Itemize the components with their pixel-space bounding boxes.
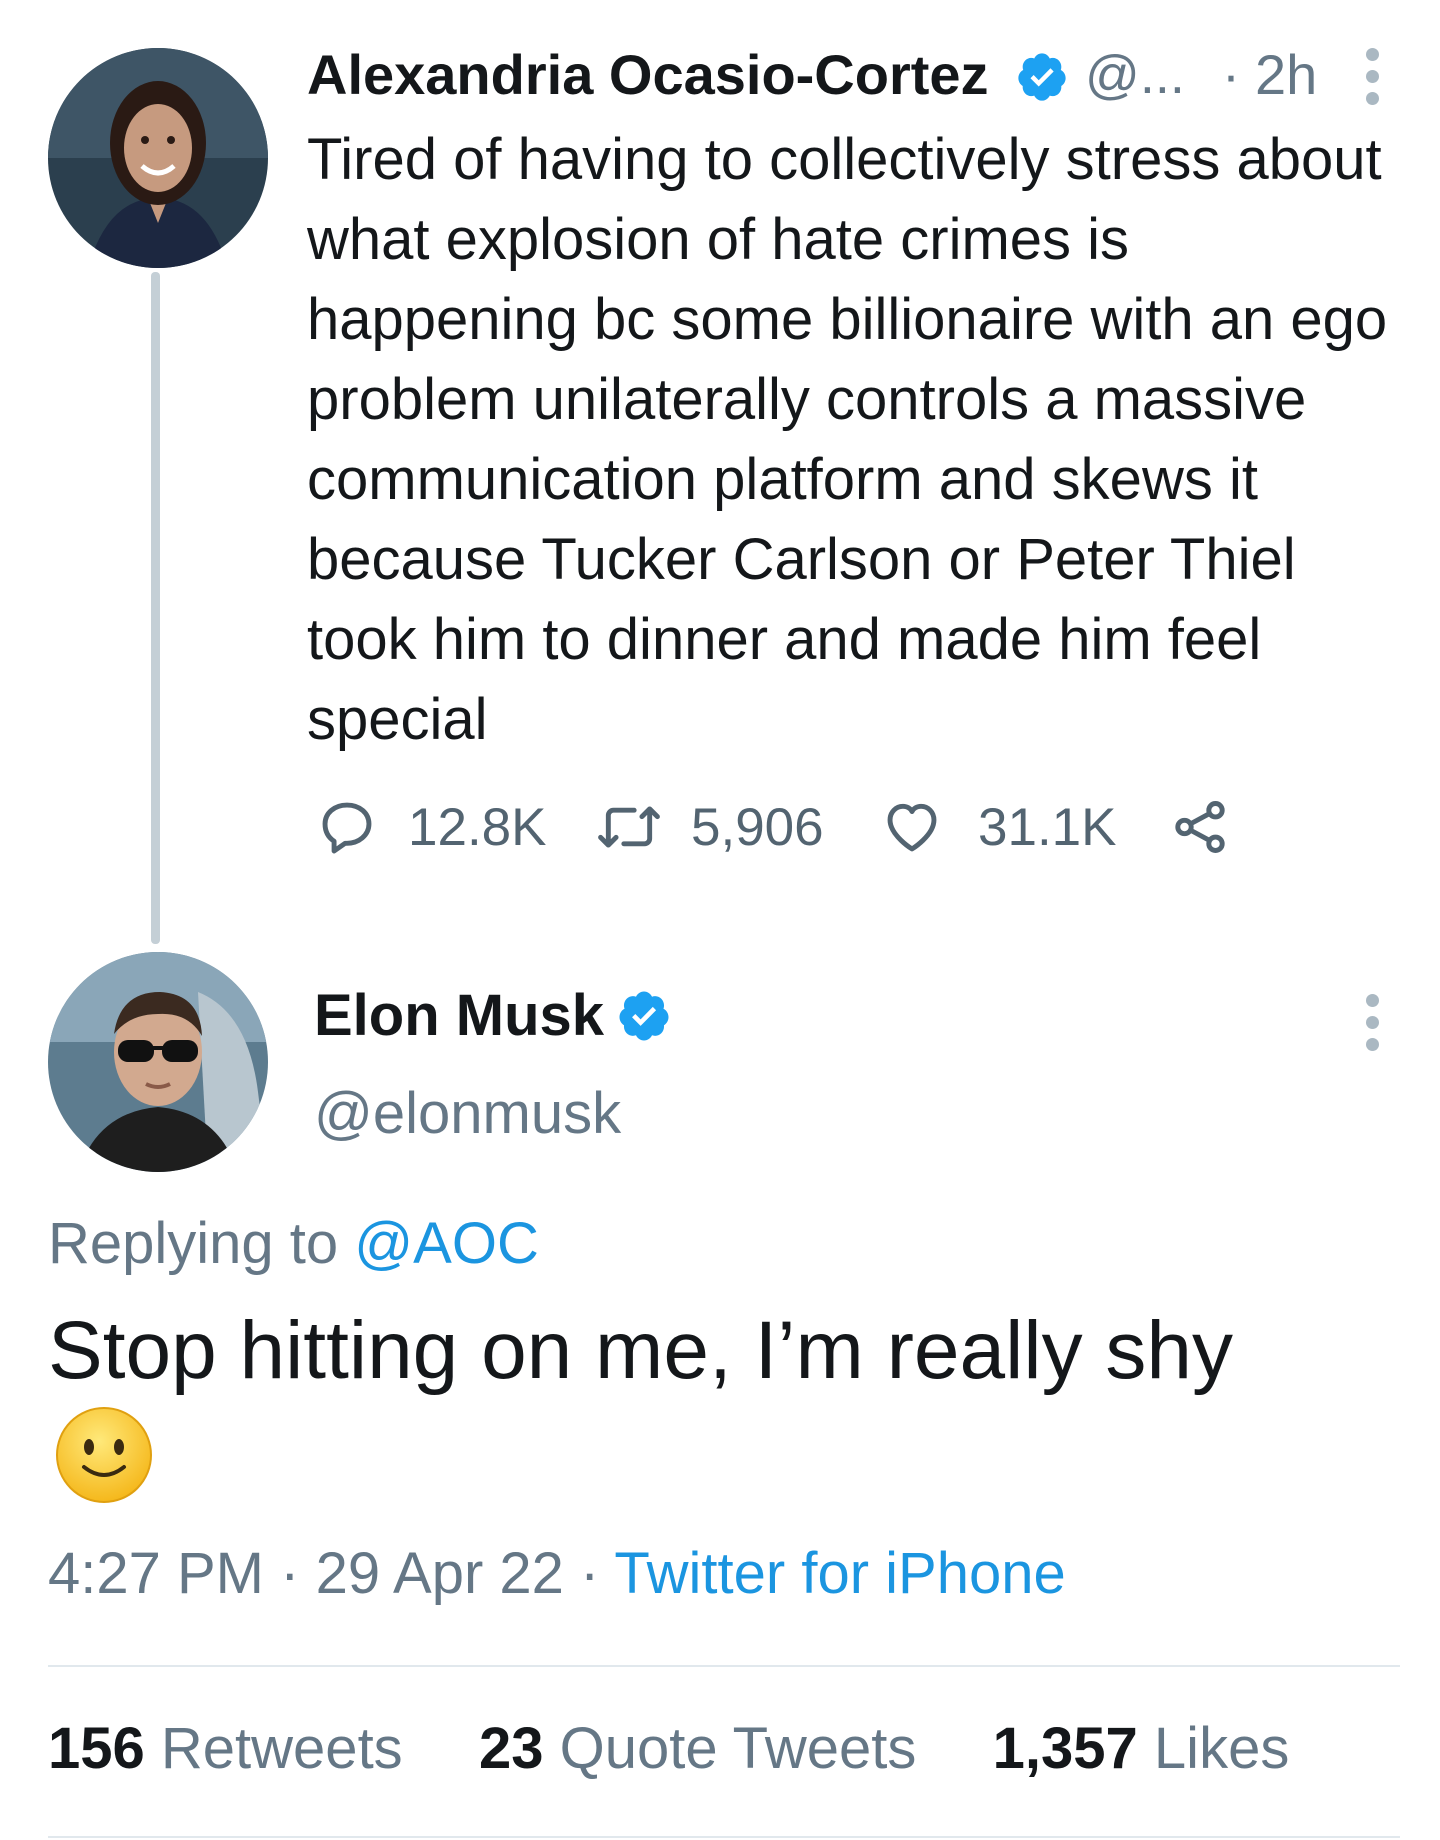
retweets-label: Retweets xyxy=(160,1716,403,1781)
share-action[interactable] xyxy=(1168,792,1232,862)
retweet-icon xyxy=(598,806,660,848)
replying-to-label: Replying to xyxy=(48,1211,339,1276)
quote-tweets-count: 23 xyxy=(478,1716,544,1781)
retweet-action[interactable]: 5,906 xyxy=(595,792,824,862)
stats-divider-top xyxy=(48,1665,1400,1667)
tweet-time-ago[interactable]: 2h xyxy=(1255,40,1317,110)
reply-tweet-text: Stop hitting on me, I’m really shy xyxy=(48,1305,1233,1396)
original-author-name[interactable]: Alexandria Ocasio-Cortez xyxy=(307,40,989,110)
likes-stat[interactable]: 1,357 Likes xyxy=(993,1716,1290,1781)
tweet-date: 29 Apr 22 xyxy=(315,1541,564,1606)
original-author-handle[interactable]: @... xyxy=(1085,40,1185,110)
aoc-avatar[interactable] xyxy=(48,48,268,268)
tweet-source-link[interactable]: Twitter for iPhone xyxy=(614,1541,1065,1606)
more-options-icon[interactable] xyxy=(1366,994,1380,1060)
like-count: 31.1K xyxy=(978,797,1117,857)
tweet-time: 4:27 PM xyxy=(48,1541,264,1606)
time-separator: · xyxy=(1222,45,1240,105)
likes-label: Likes xyxy=(1153,1716,1290,1781)
quote-tweets-label: Quote Tweets xyxy=(559,1716,917,1781)
reply-author-handle[interactable]: @elonmusk xyxy=(314,1078,621,1150)
reply-count: 12.8K xyxy=(408,797,547,857)
stats-divider-bottom xyxy=(48,1836,1400,1838)
retweets-stat[interactable]: 156 Retweets xyxy=(48,1716,419,1781)
elon-avatar[interactable] xyxy=(48,952,268,1172)
tweet-metadata: 4:27 PM · 29 Apr 22 · Twitter for iPhone xyxy=(48,1540,1066,1607)
reply-icon xyxy=(322,802,372,854)
retweets-count: 156 xyxy=(48,1716,145,1781)
verified-badge-icon xyxy=(619,991,669,1041)
verified-badge-icon xyxy=(1018,53,1066,101)
like-action[interactable]: 31.1K xyxy=(880,792,1117,862)
replying-to-line: Replying to @AOC xyxy=(48,1210,539,1277)
likes-count: 1,357 xyxy=(992,1716,1138,1781)
meta-separator: · xyxy=(580,1541,600,1606)
original-tweet-text: Tired of having to collectively stress a… xyxy=(307,127,1388,752)
engagement-stats: 156 Retweets 23 Quote Tweets 1,357 Likes xyxy=(48,1715,1289,1782)
quote-tweets-stat[interactable]: 23 Quote Tweets xyxy=(479,1716,933,1781)
thread-connector-line xyxy=(151,272,160,944)
retweet-count: 5,906 xyxy=(691,797,824,857)
reply-action[interactable]: 12.8K xyxy=(316,792,547,862)
replying-to-handle-link[interactable]: @AOC xyxy=(354,1211,539,1276)
like-icon xyxy=(887,803,937,852)
share-icon xyxy=(1175,801,1225,853)
meta-separator: · xyxy=(280,1541,300,1606)
reply-author-name[interactable]: Elon Musk xyxy=(314,980,604,1052)
more-options-icon[interactable] xyxy=(1366,48,1380,114)
slightly-smiling-face-icon xyxy=(56,1407,152,1503)
